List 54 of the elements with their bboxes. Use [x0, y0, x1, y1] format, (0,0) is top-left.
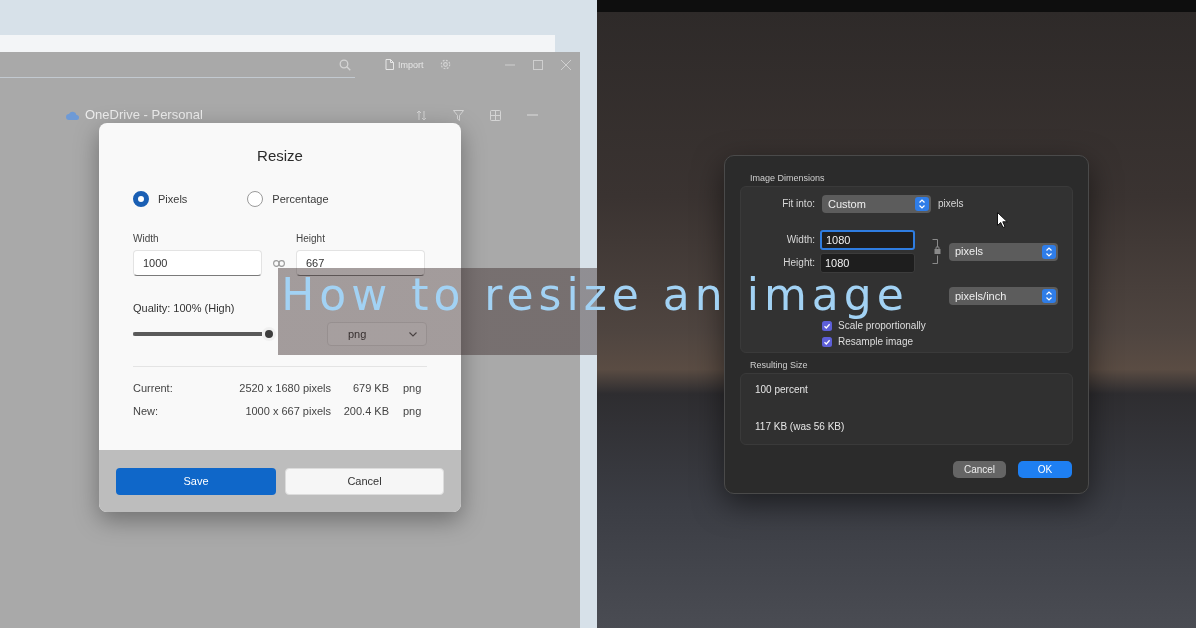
cloud-icon	[66, 110, 79, 120]
info-label: Current:	[133, 381, 173, 395]
info-value: png	[403, 381, 422, 395]
maximize-icon[interactable]	[533, 59, 543, 70]
checkbox-option[interactable]: Scale proportionally	[822, 320, 926, 332]
width-field[interactable]: 1080	[820, 230, 915, 250]
popup-button[interactable]: pixels	[949, 242, 1058, 261]
stepper-icon	[1042, 244, 1056, 259]
dialog-button[interactable]: Cancel	[953, 461, 1006, 478]
field-label: Width	[133, 233, 159, 244]
height-field[interactable]: 1080	[820, 253, 915, 273]
info-value: png	[403, 404, 422, 418]
dialog-button[interactable]: Cancel	[285, 467, 444, 495]
popup-button[interactable]: pixels/inch	[949, 287, 1058, 305]
file-icon	[385, 59, 394, 70]
cursor-icon	[997, 212, 1008, 228]
section-title: Resulting Size	[750, 360, 808, 371]
info-value: 1000 x 667 pixels	[245, 404, 331, 418]
slider-thumb[interactable]	[262, 327, 276, 341]
radio-option[interactable]: Pixels	[133, 191, 188, 207]
height-field[interactable]: 667	[296, 250, 425, 276]
field-label: Height	[296, 233, 325, 244]
info-label: New:	[133, 404, 159, 418]
radio-option[interactable]: Percentage	[247, 191, 329, 207]
view-icon[interactable]	[490, 109, 501, 121]
info-value: 2520 x 1680 pixels	[239, 381, 331, 395]
result-percent: 100 percent	[755, 384, 808, 396]
field-label: Height:	[783, 257, 815, 269]
search-icon[interactable]	[339, 58, 351, 71]
field-label: Width:	[786, 234, 815, 246]
info-value: 679 KB	[352, 381, 389, 395]
dialog-title: Resize	[257, 147, 303, 165]
location-label: OneDrive - Personal	[85, 108, 203, 122]
dialog-button[interactable]: Save	[116, 467, 276, 495]
checkbox-option[interactable]: Resample image	[822, 336, 914, 348]
section-title: Image Dimensions	[750, 173, 825, 184]
unit-label: pixels	[938, 198, 964, 210]
dialog-button[interactable]: OK	[1018, 461, 1072, 478]
popup-button[interactable]: Custom	[822, 195, 931, 213]
close-icon[interactable]	[561, 59, 571, 70]
format-dropdown[interactable]: png	[327, 322, 427, 346]
link-icon[interactable]	[273, 259, 285, 267]
info-value: 200.4 KB	[343, 404, 389, 418]
stepper-icon	[1042, 289, 1056, 303]
quality-label: Quality: 100% (High)	[133, 301, 235, 315]
sort-icon[interactable]	[416, 109, 427, 121]
filter-icon[interactable]	[453, 109, 464, 121]
result-file-size: 117 KB (was 56 KB)	[755, 421, 845, 433]
field-label: Fit into:	[782, 198, 815, 210]
stepper-icon	[915, 197, 929, 211]
width-field[interactable]: 1000	[133, 250, 262, 276]
chevron-down-icon	[409, 331, 417, 337]
gear-icon[interactable]	[439, 59, 451, 70]
lock-icon[interactable]	[932, 239, 942, 264]
